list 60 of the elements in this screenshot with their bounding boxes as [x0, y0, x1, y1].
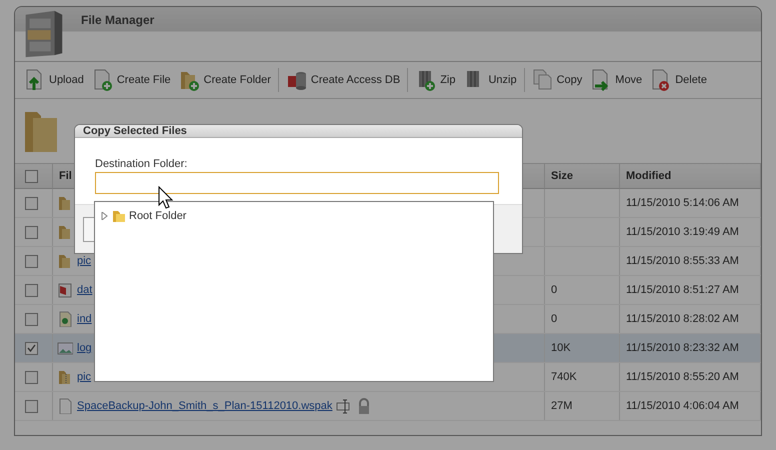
- field-label: Destination Folder:: [95, 158, 188, 171]
- modified-cell: 11/15/2010 3:19:49 AM: [620, 218, 761, 246]
- tree-item[interactable]: Root Folder: [129, 210, 186, 222]
- folder-icon: [57, 195, 73, 211]
- toolbar-button[interactable]: Create File: [90, 68, 173, 92]
- copy-icon: [532, 69, 554, 91]
- web-page-icon: [57, 311, 73, 327]
- database-file-icon: [57, 282, 73, 298]
- row-checkbox[interactable]: [25, 196, 38, 210]
- column-header[interactable]: Size: [545, 163, 620, 189]
- file-link[interactable]: dat: [77, 284, 92, 296]
- modified-cell: 11/15/2010 8:28:02 AM: [620, 305, 761, 333]
- column-header[interactable]: Modified: [620, 163, 761, 189]
- size-cell: 0: [545, 305, 620, 333]
- folder-icon: [57, 224, 73, 240]
- expand-icon[interactable]: [101, 212, 109, 220]
- row-checkbox[interactable]: [25, 284, 38, 296]
- file-icon: [57, 398, 73, 414]
- row-checkbox[interactable]: [25, 254, 38, 268]
- size-cell: 27M: [545, 392, 620, 420]
- rename-icon[interactable]: [336, 398, 352, 414]
- database-icon: [286, 69, 308, 91]
- toolbar-button[interactable]: Move: [588, 68, 644, 92]
- select-all-checkbox[interactable]: [25, 170, 38, 182]
- file-link[interactable]: ind: [77, 313, 92, 325]
- dialog-title: Copy Selected Files: [75, 125, 522, 138]
- toolbar-button[interactable]: Create Access DB: [284, 68, 402, 92]
- modified-cell: 11/15/2010 4:06:04 AM: [620, 392, 761, 420]
- window-title: File Manager: [81, 13, 154, 27]
- size-cell: 0: [545, 276, 620, 304]
- row-checkbox[interactable]: [25, 370, 38, 384]
- toolbar-button[interactable]: Create Folder: [176, 68, 273, 92]
- folder-plus-icon: [178, 69, 201, 91]
- file-plus-icon: [92, 69, 114, 91]
- file-link[interactable]: log: [77, 342, 92, 354]
- toolbar-button[interactable]: Upload: [22, 68, 86, 92]
- image-file-icon: [57, 340, 73, 356]
- modified-cell: 11/15/2010 8:55:20 AM: [620, 363, 761, 391]
- toolbar-button[interactable]: Zip: [413, 68, 458, 92]
- modified-cell: 11/15/2010 8:23:32 AM: [620, 334, 761, 362]
- size-cell: 10K: [545, 334, 620, 362]
- modified-cell: 11/15/2010 5:14:06 AM: [620, 189, 761, 217]
- modified-cell: 11/15/2010 8:55:33 AM: [620, 247, 761, 275]
- row-checkbox[interactable]: [25, 400, 38, 412]
- row-checkbox[interactable]: [25, 312, 38, 326]
- file-link[interactable]: SpaceBackup-John_Smith_s_Plan-15112010.wspak: [77, 400, 332, 412]
- file-link[interactable]: pic: [77, 371, 92, 383]
- toolbar-button[interactable]: Copy: [530, 68, 584, 92]
- folder-icon: [57, 253, 73, 269]
- table-row[interactable]: SpaceBackup-John_Smith_s_Plan-15112010.wspak 27M 11/15/2010 4:06:04 AM: [15, 392, 761, 421]
- row-checkbox[interactable]: [25, 342, 38, 354]
- toolbar-button[interactable]: Delete: [648, 68, 709, 92]
- file-link[interactable]: pic: [77, 255, 92, 267]
- row-checkbox[interactable]: [25, 226, 38, 238]
- destination-field[interactable]: [95, 172, 499, 194]
- folder-icon: [112, 209, 126, 223]
- zip-folder-icon: [57, 369, 73, 385]
- modified-cell: 11/15/2010 8:51:27 AM: [620, 276, 761, 304]
- size-cell: 740K: [545, 363, 620, 391]
- toolbar-button[interactable]: Unzip: [461, 68, 519, 92]
